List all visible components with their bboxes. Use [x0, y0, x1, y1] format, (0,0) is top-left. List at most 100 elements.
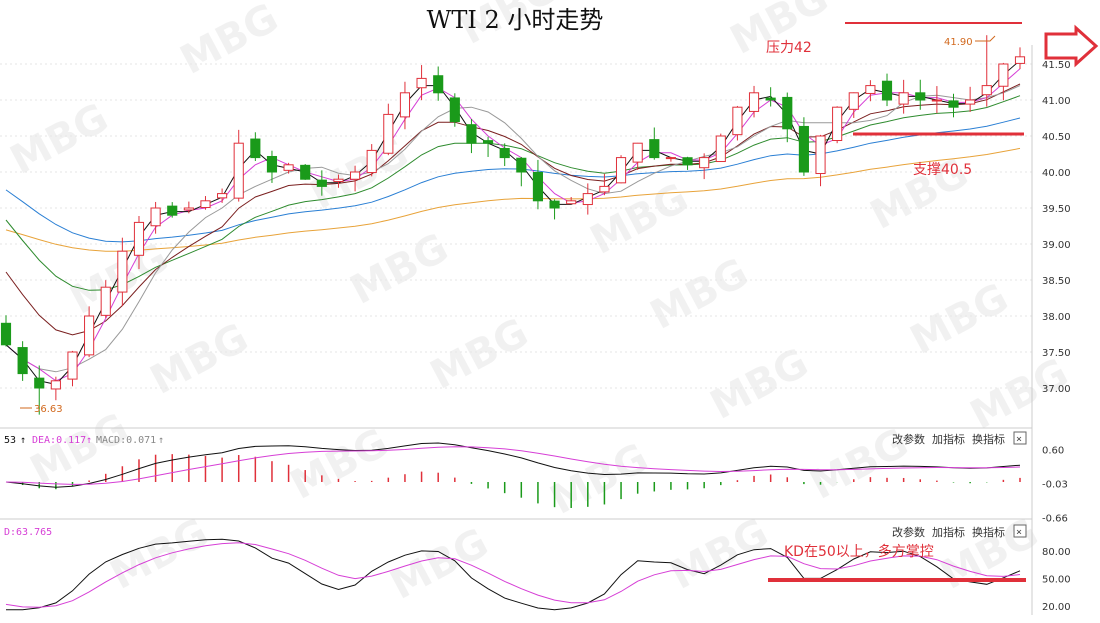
kd-close-icon: × [1016, 527, 1022, 538]
candle-body [815, 135, 826, 175]
macd-dea-legend: DEA:0.117 [32, 435, 86, 446]
candle-body [665, 157, 676, 160]
candle-body [549, 200, 560, 209]
watermark-text: MBG [383, 520, 496, 609]
arrow-right-icon [1044, 24, 1099, 68]
watermark-text: MBG [663, 510, 776, 599]
candle-body [300, 164, 311, 180]
macd-close-icon: × [1016, 434, 1022, 445]
candle-body [333, 178, 344, 182]
watermark-layer: MBG MBG MBGMBG MBGMBG MBGMBG MBG MBGMBG MBG MBG M… [3, 0, 1076, 609]
watermark-text: MBG [173, 0, 286, 84]
macd-legend: MACD:0.071 [96, 435, 156, 446]
watermark-text: MBG [103, 510, 216, 599]
macd-axis: 0.60 -0.03 -0.66 [1042, 446, 1068, 525]
candle-body [848, 92, 859, 110]
macd-tick-label: -0.66 [1042, 514, 1068, 525]
macd-add-indicator-button[interactable]: 加指标 [932, 432, 965, 446]
candle-body [765, 97, 776, 101]
candle-body [715, 135, 726, 163]
watermark-text: MBG [703, 340, 816, 429]
kd-tick-label: 20.00 [1042, 602, 1071, 613]
macd-arrow-up-icon-3: ↑ [158, 435, 164, 446]
kd-tick-label: 50.00 [1042, 575, 1071, 586]
candle-body [682, 157, 693, 166]
candle-body [217, 193, 228, 199]
candle-body [50, 380, 61, 390]
candle-body [167, 205, 178, 216]
price-tick-label: 40.00 [1042, 168, 1071, 179]
watermark-text: MBG [143, 315, 256, 404]
candle-body [599, 185, 610, 193]
candle-body [898, 92, 909, 105]
candle-body [832, 106, 843, 142]
candle-body [782, 96, 793, 130]
candle-body [981, 85, 992, 96]
candle-body [649, 139, 660, 159]
candle-body [699, 157, 710, 169]
low-price-label: 36.63 [34, 404, 63, 415]
candle-body [416, 77, 427, 89]
candle-body [117, 250, 128, 293]
watermark-text: MBG [903, 275, 1016, 364]
watermark-text: MBG [3, 95, 116, 184]
kd-add-indicator-button[interactable]: 加指标 [932, 525, 965, 539]
candle-body [250, 138, 261, 159]
macd-tick-label: 0.60 [1042, 446, 1064, 457]
kd-edit-params-button[interactable]: 改参数 [892, 525, 925, 539]
candle-body [433, 75, 444, 94]
candle-body [931, 99, 942, 102]
candle-body [615, 157, 627, 184]
watermark-text: MBG [423, 310, 536, 399]
macd-switch-indicator-button[interactable]: 换指标 [972, 432, 1005, 446]
candle-body [283, 164, 294, 171]
chart-title: WTI 2 小时走势 [427, 6, 604, 34]
price-tick-label: 38.00 [1042, 312, 1071, 323]
candle-body [499, 148, 510, 159]
candle-body [566, 200, 577, 205]
macd-arrow-up-icon: ↑ [20, 435, 26, 446]
candle-body [865, 85, 876, 94]
candle-body [948, 100, 959, 108]
candle-body [84, 315, 95, 356]
candle-body [266, 155, 278, 173]
kd-switch-indicator-button[interactable]: 换指标 [972, 525, 1005, 539]
resistance-label: 压力42 [766, 40, 812, 56]
support-label: 支撑40.5 [913, 162, 972, 178]
candle-body [466, 124, 477, 144]
watermark-text: MBG [933, 510, 1046, 599]
high-price-pointer [975, 35, 996, 42]
candle-body [798, 125, 809, 173]
macd-arrow-up-icon-2: ↑ [86, 435, 92, 446]
candle-body [1014, 56, 1026, 64]
candle-body [516, 157, 527, 173]
candle-body [366, 149, 377, 174]
candle-body [449, 97, 460, 123]
candle-body [482, 140, 494, 144]
macd-edit-params-button[interactable]: 改参数 [892, 432, 925, 446]
candle-body [100, 286, 111, 316]
candle-body [34, 377, 45, 389]
high-price-label: 41.90 [944, 37, 973, 48]
price-axis: 41.50 41.00 40.50 40.00 39.50 39.00 38.50 38.00… [1042, 60, 1071, 395]
candle-body [881, 80, 893, 101]
candle-body [965, 99, 976, 105]
candle-body [532, 171, 544, 202]
candle-body [582, 193, 593, 206]
watermark-text: MBG [643, 250, 756, 339]
price-tick-label: 37.50 [1042, 348, 1071, 359]
chart-canvas: MBG MBG MBGMBG MBGMBG MBGMBG MBG MBGMBG MBG MBG M… [0, 0, 1099, 615]
candle-body [233, 142, 244, 199]
candle-body [350, 171, 361, 180]
watermark-text: MBG [23, 405, 136, 494]
macd-panel: 53 ↑ DEA:0.117 ↑ MACD:0.071 ↑ 改参数 加指标 换指… [0, 427, 1068, 525]
candle-body [200, 200, 211, 208]
kd-axis: 80.00 50.00 20.00 [1042, 547, 1071, 613]
candle-body [998, 63, 1009, 87]
price-tick-label: 37.00 [1042, 384, 1071, 395]
candle-body [183, 207, 194, 211]
candle-body [0, 322, 12, 346]
watermark-text: MBG [343, 225, 456, 314]
candle-body [133, 221, 145, 256]
candle-body [17, 347, 28, 375]
